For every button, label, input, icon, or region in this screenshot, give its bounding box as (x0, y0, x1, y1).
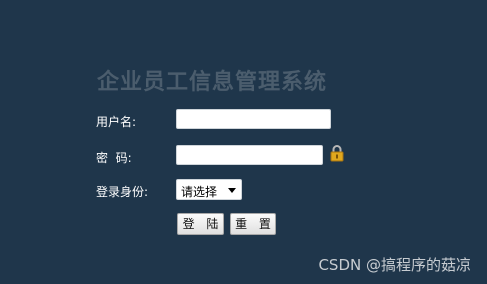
watermark: CSDN @搞程序的菇凉 (318, 256, 471, 274)
role-select-value: 请选择 (181, 185, 218, 199)
lock-icon (330, 145, 344, 162)
reset-button[interactable]: 重 置 (230, 213, 276, 235)
password-input[interactable] (176, 145, 323, 165)
chevron-down-icon (228, 188, 236, 193)
password-label: 密 码: (96, 151, 132, 165)
username-input[interactable] (176, 109, 331, 129)
page-title: 企业员工信息管理系统 (97, 69, 328, 95)
role-label: 登录身份: (96, 185, 149, 199)
login-button[interactable]: 登 陆 (177, 213, 224, 235)
username-label: 用户名: (96, 115, 137, 129)
role-select[interactable]: 请选择 (176, 179, 242, 200)
